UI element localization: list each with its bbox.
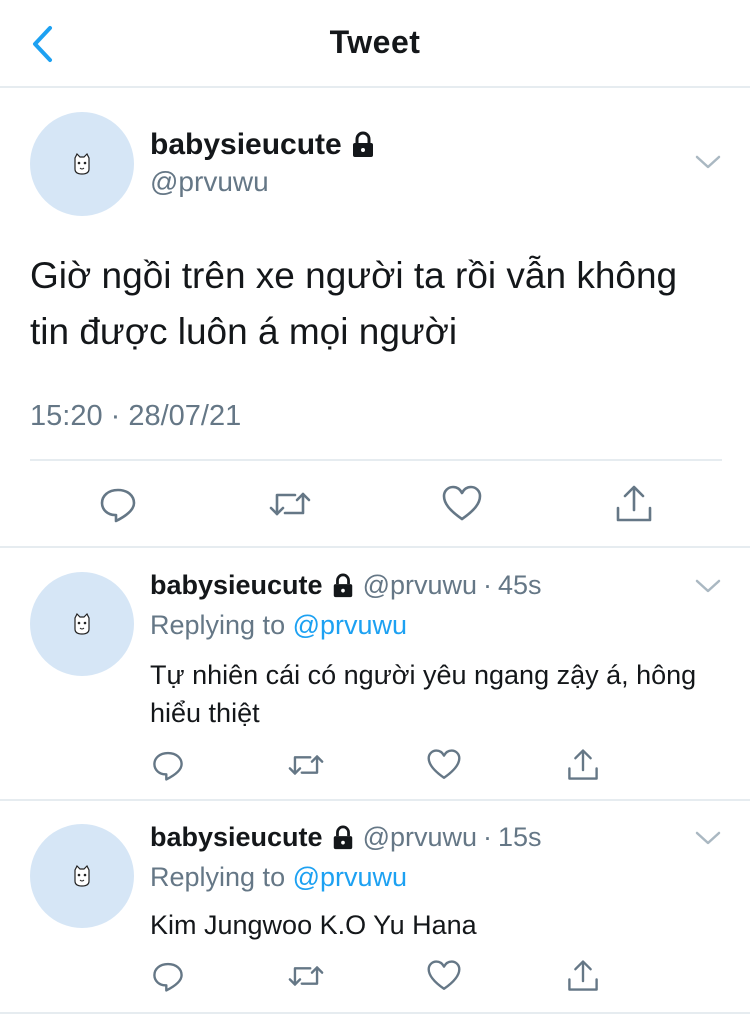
reply-button[interactable]	[148, 745, 188, 785]
author-name-line[interactable]: babysieucute	[150, 128, 376, 162]
reply-time: 45s	[498, 570, 542, 600]
divider	[30, 459, 722, 461]
reply-icon	[100, 488, 136, 523]
reply-button[interactable]	[94, 480, 142, 528]
dog-avatar-icon	[74, 612, 90, 635]
share-icon	[568, 960, 598, 991]
retweet-icon	[269, 492, 311, 516]
reply-header[interactable]: babysieucute @prvuwu · 45s	[150, 570, 542, 601]
share-button[interactable]	[610, 480, 658, 528]
tweet-timestamp[interactable]: 15:20 · 28/07/21	[30, 400, 241, 433]
retweet-icon	[288, 755, 324, 775]
lock-icon	[350, 131, 376, 159]
retweet-button[interactable]	[266, 480, 314, 528]
dog-avatar-icon	[74, 152, 90, 175]
separator: ·	[483, 570, 493, 600]
more-options-button[interactable]	[690, 568, 726, 604]
share-button[interactable]	[563, 745, 603, 785]
reply-text: Tự nhiên cái có người yêu ngang zậy á, h…	[150, 660, 697, 728]
reply-button[interactable]	[148, 956, 188, 996]
like-icon	[427, 749, 461, 779]
reply-text: Kim Jungwoo K.O Yu Hana	[150, 910, 477, 940]
like-button[interactable]	[438, 480, 486, 528]
retweet-icon	[288, 966, 324, 986]
like-icon	[427, 960, 461, 990]
retweet-button[interactable]	[285, 745, 327, 785]
author-name: babysieucute	[150, 128, 342, 161]
replying-to-line: Replying to @prvuwu	[150, 862, 407, 893]
share-icon	[616, 485, 652, 522]
like-button[interactable]	[424, 956, 464, 996]
share-button[interactable]	[563, 956, 603, 996]
author-handle: @prvuwu	[150, 166, 269, 197]
replying-to-link[interactable]: @prvuwu	[293, 610, 407, 640]
author-name: babysieucute	[150, 822, 323, 852]
top-bar: Tweet	[0, 0, 750, 88]
dog-avatar-icon	[74, 864, 90, 887]
like-button[interactable]	[424, 745, 464, 785]
separator: ·	[483, 822, 493, 852]
more-options-button[interactable]	[690, 820, 726, 856]
reply-icon	[153, 962, 183, 992]
avatar[interactable]	[30, 572, 134, 676]
chevron-down-icon	[695, 579, 721, 593]
replying-to-link[interactable]: @prvuwu	[293, 862, 407, 892]
chevron-down-icon	[695, 155, 721, 169]
share-icon	[568, 749, 598, 780]
like-icon	[442, 485, 482, 521]
retweet-button[interactable]	[285, 956, 327, 996]
replying-to-label: Replying to	[150, 862, 286, 892]
author-handle: @prvuwu	[362, 570, 478, 600]
divider	[0, 546, 750, 548]
author-handle: @prvuwu	[362, 822, 478, 852]
page-title: Tweet	[329, 24, 421, 60]
tweet-text: Giờ ngồi trên xe người ta rồi vẫn không …	[30, 255, 678, 352]
replying-to-line: Replying to @prvuwu	[150, 610, 407, 641]
divider	[0, 1012, 750, 1014]
avatar[interactable]	[30, 112, 134, 216]
avatar[interactable]	[30, 824, 134, 928]
replying-to-label: Replying to	[150, 610, 286, 640]
reply-time: 15s	[498, 822, 542, 852]
lock-icon	[331, 573, 355, 599]
reply-icon	[153, 751, 183, 781]
lock-icon	[331, 825, 355, 851]
author-name: babysieucute	[150, 570, 323, 600]
more-options-button[interactable]	[690, 144, 726, 180]
reply-header[interactable]: babysieucute @prvuwu · 15s	[150, 822, 542, 853]
divider	[0, 799, 750, 801]
chevron-down-icon	[695, 831, 721, 845]
